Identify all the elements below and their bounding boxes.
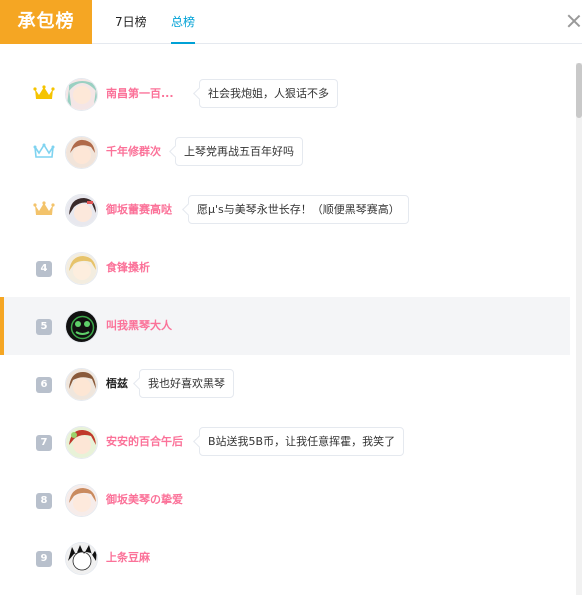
message-bubble: 愿μ's与美琴永世长存！（顺便黑琴赛高） [188, 195, 409, 224]
message-bubble: 社会我炮姐，人狠话不多 [199, 79, 338, 108]
panel-title: 承包榜 [0, 0, 92, 44]
list-item[interactable]: 7 安安的百合午后 B站送我5B币，让我任意挥霍，我笑了 [0, 413, 570, 471]
avatar[interactable] [65, 194, 98, 227]
avatar[interactable] [65, 252, 98, 285]
rank-badge: 9 [36, 551, 52, 567]
username[interactable]: 御坂蕾赛高哒 [106, 202, 172, 218]
avatar[interactable] [65, 426, 98, 459]
tab-all-time[interactable]: 总榜 [171, 0, 196, 44]
scrollbar-track[interactable] [576, 63, 582, 595]
list-item[interactable]: 5 叫我黑琴大人 [0, 297, 570, 355]
avatar[interactable] [65, 78, 98, 111]
rank-badge: 6 [36, 377, 52, 393]
list-item[interactable]: 6 梧兹 我也好喜欢黑琴 [0, 355, 570, 413]
ranking-list: 南昌第一百... 社会我炮姐，人狠话不多 千年修群次 上琴党再战五百年好吗 御坂… [0, 44, 570, 595]
message-bubble: 上琴党再战五百年好吗 [175, 137, 303, 166]
rank-badge: 4 [36, 261, 52, 277]
username[interactable]: 叫我黑琴大人 [106, 318, 172, 334]
list-item[interactable]: 千年修群次 上琴党再战五百年好吗 [0, 123, 570, 181]
username[interactable]: 御坂美琴の挚爱 [106, 492, 183, 508]
list-item[interactable]: 4 食锋搡析 [0, 239, 570, 297]
crown-bronze-icon [33, 201, 55, 215]
tab-7-day[interactable]: 7日榜 [115, 0, 147, 44]
message-bubble: 我也好喜欢黑琴 [139, 369, 234, 398]
rank-badge: 8 [36, 493, 52, 509]
close-icon[interactable] [566, 13, 582, 29]
list-item[interactable]: 御坂蕾赛高哒 愿μ's与美琴永世长存！（顺便黑琴赛高） [0, 181, 570, 239]
crown-silver-icon [33, 143, 55, 158]
list-item[interactable]: 9 上条豆麻 [0, 529, 570, 587]
username[interactable]: 食锋搡析 [106, 260, 150, 276]
username[interactable]: 梧兹 [106, 376, 128, 392]
header: 承包榜 7日榜 总榜 [0, 0, 582, 44]
list-item[interactable]: 南昌第一百... 社会我炮姐，人狠话不多 [0, 65, 570, 123]
scrollbar-thumb[interactable] [576, 63, 582, 118]
avatar[interactable] [65, 368, 98, 401]
list-item[interactable]: 8 御坂美琴の挚爱 [0, 471, 570, 529]
avatar[interactable] [65, 484, 98, 517]
avatar[interactable] [65, 136, 98, 169]
username[interactable]: 安安的百合午后 [106, 434, 183, 450]
avatar[interactable] [65, 542, 98, 575]
crown-gold-icon [33, 85, 55, 99]
username[interactable]: 上条豆麻 [106, 550, 150, 566]
username[interactable]: 南昌第一百... [106, 86, 174, 102]
username[interactable]: 千年修群次 [106, 144, 161, 160]
rank-badge: 7 [36, 435, 52, 451]
avatar[interactable] [65, 310, 98, 343]
message-bubble: B站送我5B币，让我任意挥霍，我笑了 [199, 427, 405, 456]
rank-badge: 5 [36, 319, 52, 335]
